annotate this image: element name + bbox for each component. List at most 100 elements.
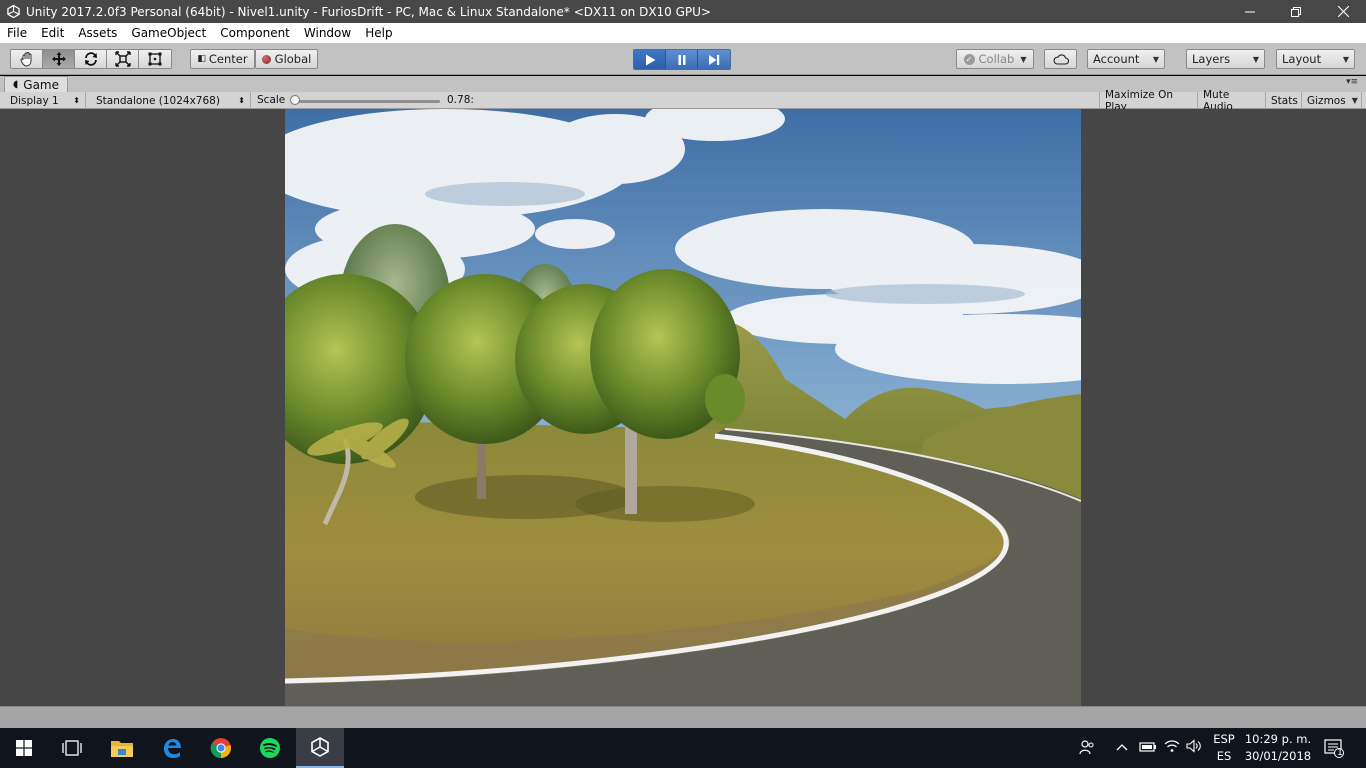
maximize-on-play-toggle[interactable]: Maximize On Play [1099,89,1198,113]
status-bar [0,706,1366,728]
game-controller-icon: ◖ [13,79,19,90]
pivot-label: Center [208,52,248,66]
edge-icon [164,739,181,758]
keyboard-layout: ES [1216,749,1232,763]
pause-button[interactable] [666,50,698,69]
collab-dropdown[interactable]: ✓ Collab ▼ [956,49,1034,69]
scale-icon [114,51,131,67]
play-controls [633,49,731,70]
menu-component[interactable]: Component [213,23,297,43]
resolution-dropdown[interactable]: Standalone (1024x768) ⬍ [91,92,251,109]
pause-icon [678,54,685,65]
unity-icon [311,737,329,757]
space-label: Global [274,52,312,66]
menu-bar: File Edit Assets GameObject Component Wi… [0,23,1366,43]
game-tab-label: Game [23,77,60,92]
battery-icon[interactable] [1139,741,1157,756]
main-toolbar: ◧ Center Global ✓ Collab ▼ Account ▼ Lay… [0,43,1366,75]
windows-start-button[interactable] [0,728,48,768]
hand-tool-button[interactable] [11,50,43,68]
menu-window[interactable]: Window [297,23,358,43]
step-button[interactable] [698,50,730,69]
task-view-icon [62,740,82,756]
input-language-indicator[interactable]: ESP ES [1208,731,1240,765]
scale-label: Scale [257,94,286,106]
rect-tool-button[interactable] [139,50,171,68]
spotify-button[interactable] [246,728,294,768]
racing-scene-image [285,109,1081,706]
account-dropdown[interactable]: Account ▼ [1087,49,1165,69]
game-view-controls: Display 1 ⬍ Standalone (1024x768) ⬍ Scal… [0,89,1366,113]
people-icon[interactable] [1079,739,1095,758]
scale-value: 0.78: [447,94,474,106]
clock-time: 10:29 p. m. [1244,732,1312,746]
stats-toggle[interactable]: Stats [1266,92,1302,109]
updown-arrow-icon: ⬍ [73,96,80,105]
windows-logo-icon [16,740,32,756]
windows-taskbar: ESP ES 10:29 p. m. 30/01/2018 1 [0,728,1366,768]
resolution-label: Standalone (1024x768) [96,94,220,107]
rotate-tool-button[interactable] [75,50,107,68]
minimize-button[interactable] [1227,0,1273,23]
language-code: ESP [1213,732,1235,746]
updown-arrow-icon: ⬍ [238,96,245,105]
title-bar: Unity 2017.2.0f3 Personal (64bit) - Nive… [0,0,1366,23]
cloud-icon [1053,53,1069,65]
edge-browser-button[interactable] [148,728,196,768]
dropdown-arrow-icon: ▼ [1351,96,1358,105]
layout-dropdown[interactable]: Layout ▼ [1276,49,1355,69]
spotify-icon [260,738,280,758]
play-button[interactable] [634,50,666,69]
layers-label: Layers [1192,52,1231,66]
clock-date: 30/01/2018 [1244,749,1312,763]
collab-label: Collab [978,52,1015,66]
scale-tool-button[interactable] [107,50,139,68]
move-icon [51,52,66,66]
account-label: Account [1093,52,1140,66]
globe-icon [261,54,271,64]
volume-icon[interactable] [1186,739,1202,756]
pivot-icon: ◧ [197,54,206,64]
scale-slider-handle[interactable] [290,95,300,105]
checkmark-icon: ✓ [963,53,975,65]
menu-file[interactable]: File [0,23,34,43]
game-view-area [0,109,1366,706]
layout-label: Layout [1282,52,1322,66]
display-dropdown[interactable]: Display 1 ⬍ [5,92,86,109]
window-title: Unity 2017.2.0f3 Personal (64bit) - Nive… [26,4,712,19]
close-button[interactable] [1320,0,1366,23]
dropdown-arrow-icon: ▼ [1342,54,1349,64]
menu-help[interactable]: Help [358,23,399,43]
dropdown-arrow-icon: ▼ [1152,54,1159,64]
rect-transform-icon [148,52,162,66]
menu-assets[interactable]: Assets [71,23,124,43]
restore-button[interactable] [1273,0,1319,23]
gizmos-dropdown[interactable]: Gizmos ▼ [1302,92,1362,109]
tab-game[interactable]: ◖ Game [4,76,69,92]
cloud-button[interactable] [1044,49,1077,69]
menu-gameobject[interactable]: GameObject [124,23,213,43]
transform-tools [10,49,172,69]
step-icon [709,54,720,65]
mute-audio-toggle[interactable]: Mute Audio [1198,89,1266,113]
scale-slider-track[interactable] [295,100,440,103]
pivot-center-toggle[interactable]: ◧ Center [190,49,255,69]
chevron-up-icon[interactable] [1116,741,1128,755]
chrome-browser-button[interactable] [197,728,245,768]
rotate-icon [84,52,97,66]
space-global-toggle[interactable]: Global [255,49,318,69]
dropdown-arrow-icon: ▼ [1020,54,1027,64]
move-tool-button[interactable] [43,50,75,68]
layers-dropdown[interactable]: Layers ▼ [1186,49,1265,69]
tab-menu-icon[interactable]: ▾≡ [1346,77,1358,87]
task-view-button[interactable] [48,728,96,768]
clock[interactable]: 10:29 p. m. 30/01/2018 [1243,731,1313,765]
notification-count-badge: 1 [1337,748,1343,758]
wifi-icon[interactable] [1164,739,1180,756]
folder-icon [111,741,133,757]
dropdown-arrow-icon: ▼ [1252,54,1259,64]
file-explorer-button[interactable] [98,728,146,768]
menu-edit[interactable]: Edit [34,23,71,43]
game-viewport-render[interactable] [285,109,1081,706]
unity-taskbar-button[interactable] [296,728,344,768]
